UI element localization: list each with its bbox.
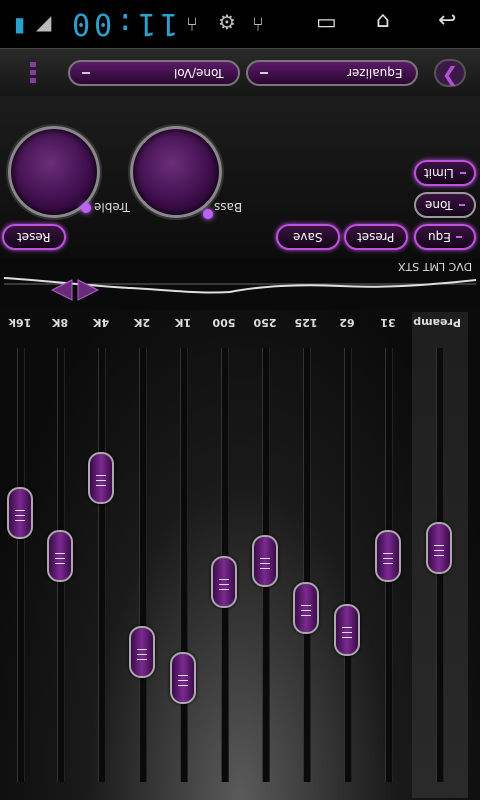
band-label-preamp: Preamp <box>413 316 461 329</box>
slider-thumb-2k[interactable] <box>129 625 155 678</box>
reset-button[interactable]: Reset <box>2 224 66 250</box>
slider-thumb-8k[interactable] <box>47 530 73 583</box>
battery-icon: ▮ <box>14 12 26 36</box>
slider-thumb-16k[interactable] <box>7 486 33 539</box>
preset-button[interactable]: Preset <box>344 224 408 250</box>
slider-thumb-31[interactable] <box>375 530 401 583</box>
recent-apps-icon[interactable]: ▭ <box>316 10 337 35</box>
save-label: Save <box>293 230 323 244</box>
band-label-62: 62 <box>339 316 355 329</box>
band-label-16k: 16k <box>8 316 32 329</box>
slider-thumb-preamp[interactable] <box>426 521 452 574</box>
tab-tone-vol[interactable]: Tone/Vol <box>68 60 240 86</box>
slider-track-4k[interactable] <box>98 348 106 782</box>
band-label-8k: 8K <box>51 316 69 329</box>
menu-icon[interactable] <box>30 62 38 84</box>
band-label-4k: 4K <box>92 316 110 329</box>
tab-tone-vol-label: Tone/Vol <box>174 66 224 80</box>
band-label-250: 250 <box>253 316 277 329</box>
slider-thumb-125[interactable] <box>293 582 319 635</box>
tone-button[interactable]: Tone <box>414 192 476 218</box>
back-icon[interactable]: ↩ <box>438 8 456 33</box>
slider-track-62[interactable] <box>344 348 352 782</box>
slider-track-125[interactable] <box>303 348 311 782</box>
debug-icon: ⚙ <box>218 10 236 34</box>
bass-knob[interactable] <box>130 126 222 219</box>
usb-icon: ⑂ <box>186 12 198 36</box>
limit-label: Limit <box>424 166 454 180</box>
band-label-500: 500 <box>212 316 236 329</box>
home-icon[interactable]: ⌂ <box>376 8 390 33</box>
tab-equalizer[interactable]: Equalizer <box>246 60 418 86</box>
eq-curve-strip: DVC LMT STX <box>0 258 480 311</box>
equ-label: Equ <box>427 230 451 244</box>
status-bar: ▮ ◢ 11:00 ⑂ ⚙ ⑂ ▭ ⌂ ↩ <box>0 0 480 48</box>
toolbar: Tone/Vol Equalizer ❮ <box>0 48 480 98</box>
bass-label: Bass <box>214 200 243 214</box>
slider-thumb-4k[interactable] <box>88 452 114 505</box>
band-label-1k: 1K <box>174 316 192 329</box>
treble-label: Treble <box>94 200 130 214</box>
slider-thumb-1k[interactable] <box>170 651 196 704</box>
scroll-right-icon <box>77 279 100 301</box>
next-arrow-icon[interactable]: ❮ <box>434 59 466 87</box>
usb-storage-icon: ⑂ <box>252 12 264 36</box>
band-label-31: 31 <box>380 316 396 329</box>
slider-thumb-500[interactable] <box>211 556 237 609</box>
slider-track-16k[interactable] <box>17 348 25 782</box>
controls-panel: Treble Bass Limit Tone Equ Reset Save Pr… <box>0 96 480 259</box>
slider-track-2k[interactable] <box>139 348 147 782</box>
signal-icon: ◢ <box>36 10 52 34</box>
band-label-2k: 2K <box>133 316 151 329</box>
eq-curve-line <box>3 277 477 294</box>
slider-track-1k[interactable] <box>180 348 188 782</box>
reset-label: Reset <box>17 230 51 244</box>
save-button[interactable]: Save <box>276 224 340 250</box>
treble-knob[interactable] <box>8 126 100 218</box>
band-label-125: 125 <box>294 316 318 329</box>
bass-indicator-dot <box>203 209 213 219</box>
tone-label: Tone <box>425 198 453 212</box>
treble-indicator-dot <box>81 203 91 213</box>
slider-thumb-250[interactable] <box>252 534 278 587</box>
tab-equalizer-label: Equalizer <box>346 66 402 80</box>
clock: 11:00 <box>68 6 179 41</box>
eq-curve-graph <box>3 277 477 301</box>
preset-label: Preset <box>357 230 395 244</box>
equ-button[interactable]: Equ <box>414 224 476 250</box>
limit-button[interactable]: Limit <box>414 160 476 186</box>
slider-thumb-62[interactable] <box>334 604 360 657</box>
